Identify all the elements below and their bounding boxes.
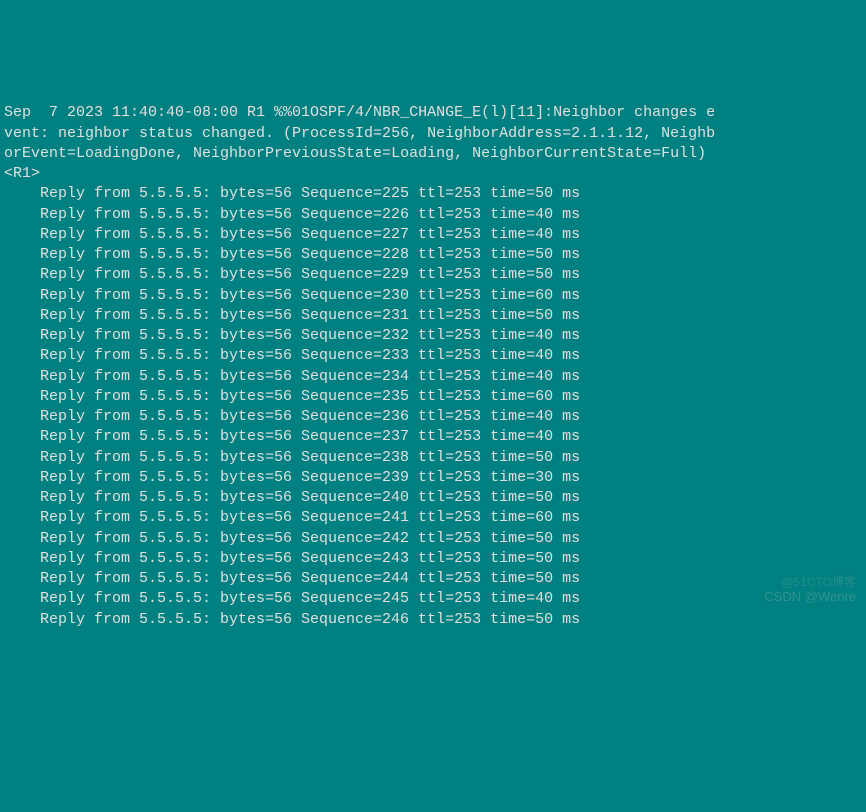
ping-reply-line: Reply from 5.5.5.5: bytes=56 Sequence=23… [4,427,862,447]
ping-reply-line: Reply from 5.5.5.5: bytes=56 Sequence=23… [4,286,862,306]
ospf-log-line-1: Sep 7 2023 11:40:40-08:00 R1 %%01OSPF/4/… [4,103,862,123]
ping-reply-line: Reply from 5.5.5.5: bytes=56 Sequence=22… [4,265,862,285]
terminal-output: Sep 7 2023 11:40:40-08:00 R1 %%01OSPF/4/… [4,83,862,650]
ping-reply-line: Reply from 5.5.5.5: bytes=56 Sequence=23… [4,448,862,468]
ping-reply-line: Reply from 5.5.5.5: bytes=56 Sequence=23… [4,306,862,326]
ping-reply-line: Reply from 5.5.5.5: bytes=56 Sequence=22… [4,245,862,265]
ping-reply-line: Reply from 5.5.5.5: bytes=56 Sequence=24… [4,508,862,528]
ping-reply-line: Reply from 5.5.5.5: bytes=56 Sequence=23… [4,346,862,366]
ping-reply-line: Reply from 5.5.5.5: bytes=56 Sequence=22… [4,225,862,245]
ping-reply-line: Reply from 5.5.5.5: bytes=56 Sequence=24… [4,589,862,609]
ospf-log-line-3: orEvent=LoadingDone, NeighborPreviousSta… [4,144,862,164]
ping-reply-line: Reply from 5.5.5.5: bytes=56 Sequence=24… [4,549,862,569]
ping-reply-line: Reply from 5.5.5.5: bytes=56 Sequence=23… [4,407,862,427]
router-prompt[interactable]: <R1> [4,164,862,184]
watermark-bottom: CSDN @Wenre [764,588,856,606]
ping-reply-line: Reply from 5.5.5.5: bytes=56 Sequence=24… [4,529,862,549]
ping-reply-line: Reply from 5.5.5.5: bytes=56 Sequence=22… [4,205,862,225]
ping-reply-line: Reply from 5.5.5.5: bytes=56 Sequence=23… [4,326,862,346]
ping-reply-line: Reply from 5.5.5.5: bytes=56 Sequence=24… [4,569,862,589]
ping-reply-line: Reply from 5.5.5.5: bytes=56 Sequence=23… [4,367,862,387]
ospf-log-line-2: vent: neighbor status changed. (ProcessI… [4,124,862,144]
ping-reply-line: Reply from 5.5.5.5: bytes=56 Sequence=22… [4,184,862,204]
ping-replies: Reply from 5.5.5.5: bytes=56 Sequence=22… [4,184,862,630]
ping-reply-line: Reply from 5.5.5.5: bytes=56 Sequence=23… [4,387,862,407]
ping-reply-line: Reply from 5.5.5.5: bytes=56 Sequence=23… [4,468,862,488]
ping-reply-line: Reply from 5.5.5.5: bytes=56 Sequence=24… [4,610,862,630]
ping-reply-line: Reply from 5.5.5.5: bytes=56 Sequence=24… [4,488,862,508]
